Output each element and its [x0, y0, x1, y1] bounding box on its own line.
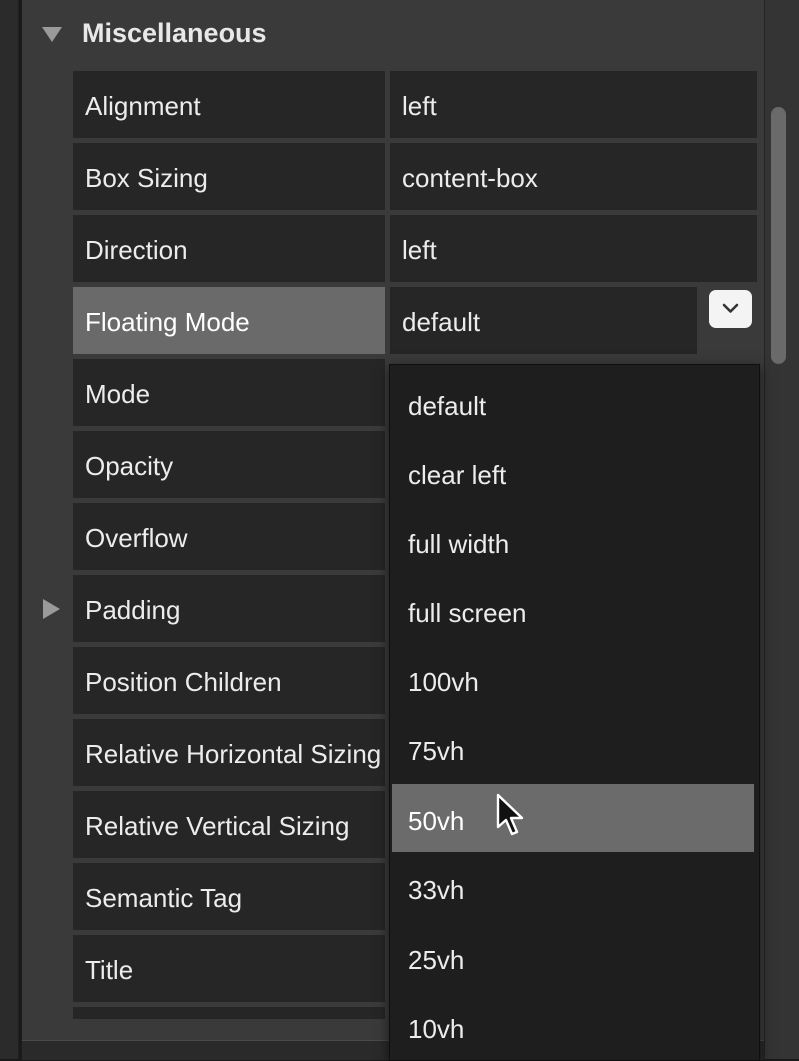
property-label-semantic-tag[interactable]: Semantic Tag — [73, 863, 385, 930]
floating-mode-dropdown-menu: default clear left full width full scree… — [389, 364, 760, 1061]
menu-item-25vh[interactable]: 25vh — [392, 923, 754, 991]
left-frame — [0, 0, 19, 1059]
property-label-mode[interactable]: Mode — [73, 359, 385, 426]
property-value-alignment[interactable]: left — [390, 71, 757, 138]
property-label-direction[interactable]: Direction — [73, 215, 385, 282]
menu-item-full-width[interactable]: full width — [392, 507, 754, 575]
property-label-relative-horizontal-sizing[interactable]: Relative Horizontal Sizing — [73, 719, 385, 786]
dropdown-toggle-button[interactable] — [709, 290, 752, 328]
section-title: Miscellaneous — [82, 18, 267, 48]
menu-item-50vh[interactable]: 50vh — [392, 784, 754, 852]
property-label-relative-vertical-sizing[interactable]: Relative Vertical Sizing — [73, 791, 385, 858]
menu-item-33vh[interactable]: 33vh — [392, 853, 754, 921]
property-label-floating-mode[interactable]: Floating Mode — [73, 287, 385, 354]
property-label-title[interactable]: Title — [73, 935, 385, 1002]
chevron-down-icon — [722, 303, 739, 313]
property-label-overflow[interactable]: Overflow — [73, 503, 385, 570]
menu-item-10vh[interactable]: 10vh — [392, 992, 754, 1060]
menu-item-default[interactable]: default — [392, 369, 754, 437]
menu-item-clear-left[interactable]: clear left — [392, 438, 754, 506]
floating-mode-select[interactable]: default — [390, 287, 697, 354]
property-value-box-sizing[interactable]: content-box — [390, 143, 757, 210]
menu-item-75vh[interactable]: 75vh — [392, 714, 754, 782]
scrollbar-thumb[interactable] — [771, 107, 786, 364]
property-label-padding[interactable]: Padding — [73, 575, 385, 642]
menu-item-100vh[interactable]: 100vh — [392, 645, 754, 713]
property-label-opacity[interactable]: Opacity — [73, 431, 385, 498]
property-value-direction[interactable]: left — [390, 215, 757, 282]
triangle-down-icon[interactable] — [42, 27, 62, 42]
menu-item-full-screen[interactable]: full screen — [392, 576, 754, 644]
mouse-pointer-icon — [495, 793, 529, 844]
property-label-partial — [73, 1007, 385, 1019]
triangle-right-icon[interactable] — [43, 599, 60, 619]
property-label-alignment[interactable]: Alignment — [73, 71, 385, 138]
property-label-position-children[interactable]: Position Children — [73, 647, 385, 714]
property-label-box-sizing[interactable]: Box Sizing — [73, 143, 385, 210]
